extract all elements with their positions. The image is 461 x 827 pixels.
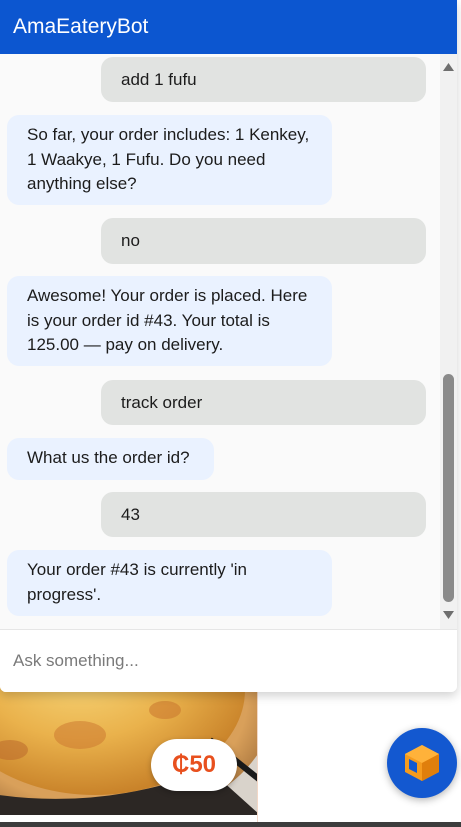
triangle-down-icon <box>443 610 454 619</box>
chat-launcher-button[interactable] <box>387 728 457 798</box>
scroll-thumb[interactable] <box>443 374 454 602</box>
chat-input[interactable] <box>0 630 457 692</box>
message-scrollbar[interactable] <box>440 54 457 629</box>
user-message: no <box>101 218 426 264</box>
cube-icon <box>405 745 439 781</box>
user-message: 43 <box>101 492 426 537</box>
scroll-down-button[interactable] <box>440 606 457 623</box>
user-message: track order <box>101 380 426 425</box>
message-list[interactable]: add 1 fufu So far, your order includes: … <box>0 54 440 629</box>
bot-message: So far, your order includes: 1 Kenkey, 1… <box>7 115 332 205</box>
user-message: add 1 fufu <box>101 57 426 102</box>
chat-title: AmaEateryBot <box>13 15 149 38</box>
price-badge: ₵50 <box>151 739 237 791</box>
chat-widget: AmaEateryBot add 1 fufu So far, your ord… <box>0 0 457 692</box>
bot-message: What us the order id? <box>7 438 214 480</box>
bot-message: Your order #43 is currently 'in progress… <box>7 550 332 616</box>
triangle-up-icon <box>443 62 454 71</box>
scroll-up-button[interactable] <box>440 58 457 75</box>
page: ₵50 AmaEateryBot add 1 fufu So far, your… <box>0 0 461 827</box>
chat-header: AmaEateryBot <box>0 0 457 54</box>
chat-input-area <box>0 629 457 692</box>
bot-message: Awesome! Your order is placed. Here is y… <box>7 276 332 366</box>
page-bottom-divider <box>0 822 461 827</box>
